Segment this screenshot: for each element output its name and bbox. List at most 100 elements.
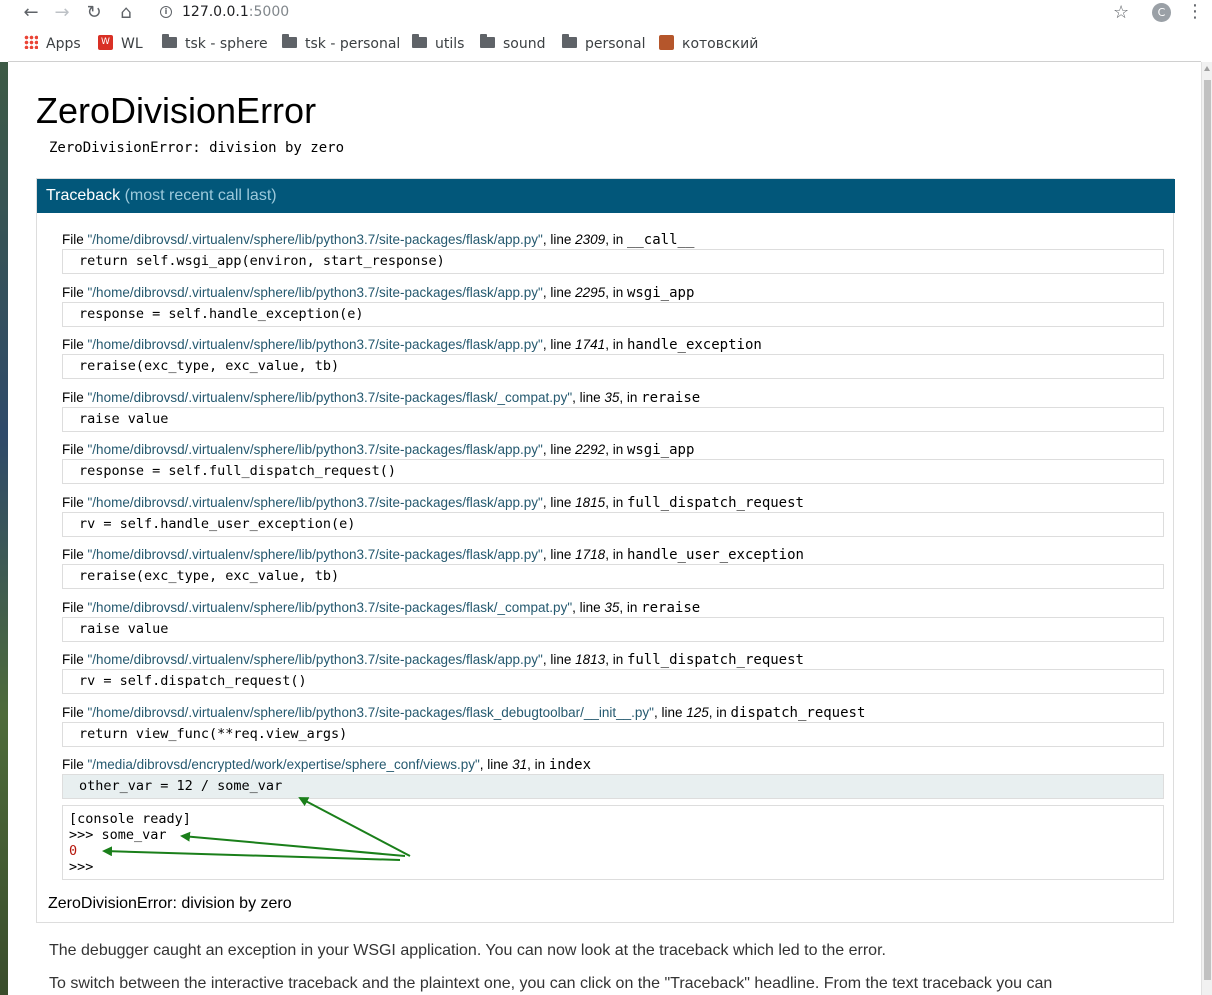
frame-source-line[interactable]: return self.wsgi_app(environ, start_resp… <box>62 249 1164 274</box>
bookmark-label: tsk - personal <box>305 36 401 52</box>
frame-line-prefix: , line <box>572 599 605 615</box>
frame-location: File "/home/dibrovsd/.virtualenv/sphere/… <box>62 284 1164 302</box>
frame-source-line[interactable]: raise value <box>62 616 1164 642</box>
frame-function: dispatch_request <box>730 704 866 721</box>
bookmark-tsk-sphere[interactable]: tsk - sphere <box>162 33 268 54</box>
frame-line-prefix: , line <box>542 284 576 300</box>
bookmark-tsk-personal[interactable]: tsk - personal <box>282 33 401 54</box>
bookmark-kotovsky[interactable]: котовский <box>659 34 758 54</box>
profile-avatar[interactable]: C <box>1152 3 1171 22</box>
frame-line-number: 1718 <box>575 547 606 562</box>
console-prompt[interactable]: >>> <box>69 859 1157 875</box>
frame-filename[interactable]: "/home/dibrovsd/.virtualenv/sphere/lib/p… <box>88 495 543 510</box>
frame-in-prefix: , in <box>619 389 642 405</box>
reload-icon[interactable]: ↻ <box>84 3 104 23</box>
traceback-frame: File "/home/dibrovsd/.virtualenv/sphere/… <box>62 336 1164 389</box>
home-icon[interactable]: ⌂ <box>116 3 136 23</box>
traceback-headline[interactable]: Traceback (most recent call last) <box>37 179 1175 213</box>
frame-source-line[interactable]: response = self.full_dispatch_request() <box>62 459 1164 484</box>
frame-file-prefix: File <box>62 704 88 720</box>
frame-function: reraise <box>641 389 701 406</box>
frame-source-line[interactable]: rv = self.dispatch_request() <box>62 669 1164 694</box>
frame-file-prefix: File <box>62 232 88 247</box>
frame-in-prefix: , in <box>605 652 627 667</box>
traceback-frame: File "/home/dibrovsd/.virtualenv/sphere/… <box>62 389 1164 442</box>
frame-location: File "/home/dibrovsd/.virtualenv/sphere/… <box>62 494 1164 512</box>
frame-line-prefix: , line <box>542 232 576 247</box>
frame-line-number: 35 <box>604 389 620 405</box>
desktop-background-strip <box>0 62 8 995</box>
frame-filename[interactable]: "/home/dibrovsd/.virtualenv/sphere/lib/p… <box>88 285 543 300</box>
frame-line-number: 2292 <box>575 442 606 457</box>
bookmark-label: sound <box>503 36 546 52</box>
frame-in-prefix: , in <box>605 232 627 247</box>
frame-file-prefix: File <box>62 389 88 405</box>
frame-file-prefix: File <box>62 442 88 457</box>
frame-filename[interactable]: "/home/dibrovsd/.virtualenv/sphere/lib/p… <box>88 337 543 352</box>
browser-menu-icon[interactable]: ⋮ <box>1186 1 1204 22</box>
frame-filename[interactable]: "/home/dibrovsd/.virtualenv/sphere/lib/p… <box>88 705 654 720</box>
frame-source-line[interactable]: other_var = 12 / some_var <box>62 774 1164 799</box>
site-info-icon[interactable]: i <box>160 6 172 18</box>
frame-line-number: 125 <box>686 704 709 720</box>
frame-source-line[interactable]: raise value <box>62 406 1164 432</box>
address-bar[interactable]: i 127.0.0.1:5000 <box>152 1 1142 23</box>
bookmark-apps[interactable]: Apps <box>24 34 81 54</box>
frame-function: wsgi_app <box>626 442 695 458</box>
folder-icon <box>412 33 427 48</box>
traceback-panel: Traceback (most recent call last) File "… <box>36 178 1175 923</box>
bookmark-label: utils <box>435 36 465 52</box>
frame-line-number: 1741 <box>575 337 606 352</box>
bookmarks-bar: Apps W WL tsk - sphere tsk - personal uti… <box>0 30 1212 58</box>
frame-location: File "/home/dibrovsd/.virtualenv/sphere/… <box>62 546 1164 564</box>
frame-file-prefix: File <box>62 652 88 667</box>
back-arrow-icon[interactable]: ← <box>21 3 41 23</box>
debugger-page: ZeroDivisionError ZeroDivisionError: div… <box>8 62 1201 995</box>
frame-line-prefix: , line <box>653 704 687 720</box>
bookmark-label: WL <box>121 36 143 52</box>
bookmark-sound[interactable]: sound <box>480 33 546 54</box>
traceback-heading[interactable]: Traceback <box>46 187 120 204</box>
traceback-frame: File "/media/dibrovsd/encrypted/work/exp… <box>62 756 1164 809</box>
bookmark-wl[interactable]: W WL <box>98 34 143 54</box>
bookmark-label: Apps <box>46 36 81 52</box>
bookmark-utils[interactable]: utils <box>412 33 465 54</box>
frame-file-prefix: File <box>62 757 88 772</box>
frame-source-line[interactable]: return view_func(**req.view_args) <box>62 721 1164 747</box>
console-input-line: >>> some_var <box>69 827 167 843</box>
bookmark-star-icon[interactable]: ☆ <box>1113 2 1129 23</box>
frame-line-number: 31 <box>512 757 528 772</box>
url-text: 127.0.0.1:5000 <box>182 1 289 23</box>
frame-in-prefix: , in <box>605 337 627 352</box>
frame-filename[interactable]: "/home/dibrovsd/.virtualenv/sphere/lib/p… <box>88 442 543 457</box>
interactive-console[interactable]: [console ready] >>> some_var 0 >>> <box>62 805 1164 880</box>
bookmark-personal[interactable]: personal <box>562 33 645 54</box>
frame-source-line[interactable]: reraise(exc_type, exc_value, tb) <box>62 564 1164 589</box>
frame-filename[interactable]: "/home/dibrovsd/.virtualenv/sphere/lib/p… <box>88 652 543 667</box>
traceback-frame: File "/home/dibrovsd/.virtualenv/sphere/… <box>62 704 1164 757</box>
traceback-frame: File "/home/dibrovsd/.virtualenv/sphere/… <box>62 651 1164 704</box>
apps-grid-icon <box>24 35 38 49</box>
frame-line-prefix: , line <box>479 757 513 772</box>
scroll-up-icon[interactable] <box>1204 66 1210 71</box>
frame-in-prefix: , in <box>527 757 549 772</box>
frame-source-line[interactable]: response = self.handle_exception(e) <box>62 301 1164 327</box>
frame-location: File "/home/dibrovsd/.virtualenv/sphere/… <box>62 441 1164 459</box>
frame-filename[interactable]: "/home/dibrovsd/.virtualenv/sphere/lib/p… <box>88 600 573 615</box>
scrollbar-thumb[interactable] <box>1204 80 1211 980</box>
vertical-scrollbar[interactable] <box>1201 62 1212 995</box>
folder-icon <box>282 33 297 48</box>
frame-filename[interactable]: "/media/dibrovsd/encrypted/work/expertis… <box>88 757 480 772</box>
traceback-frame: File "/home/dibrovsd/.virtualenv/sphere/… <box>62 441 1164 494</box>
frame-location: File "/home/dibrovsd/.virtualenv/sphere/… <box>62 651 1164 669</box>
frame-source-line[interactable]: reraise(exc_type, exc_value, tb) <box>62 354 1164 379</box>
forward-arrow-icon[interactable]: → <box>52 3 72 23</box>
frame-in-prefix: , in <box>605 547 627 562</box>
frame-source-line[interactable]: rv = self.handle_user_exception(e) <box>62 511 1164 537</box>
frame-in-prefix: , in <box>708 704 731 720</box>
frame-filename[interactable]: "/home/dibrovsd/.virtualenv/sphere/lib/p… <box>88 232 543 247</box>
frame-filename[interactable]: "/home/dibrovsd/.virtualenv/sphere/lib/p… <box>88 390 573 405</box>
frame-line-number: 35 <box>604 599 620 615</box>
frame-function: handle_user_exception <box>626 547 804 563</box>
frame-filename[interactable]: "/home/dibrovsd/.virtualenv/sphere/lib/p… <box>88 547 543 562</box>
